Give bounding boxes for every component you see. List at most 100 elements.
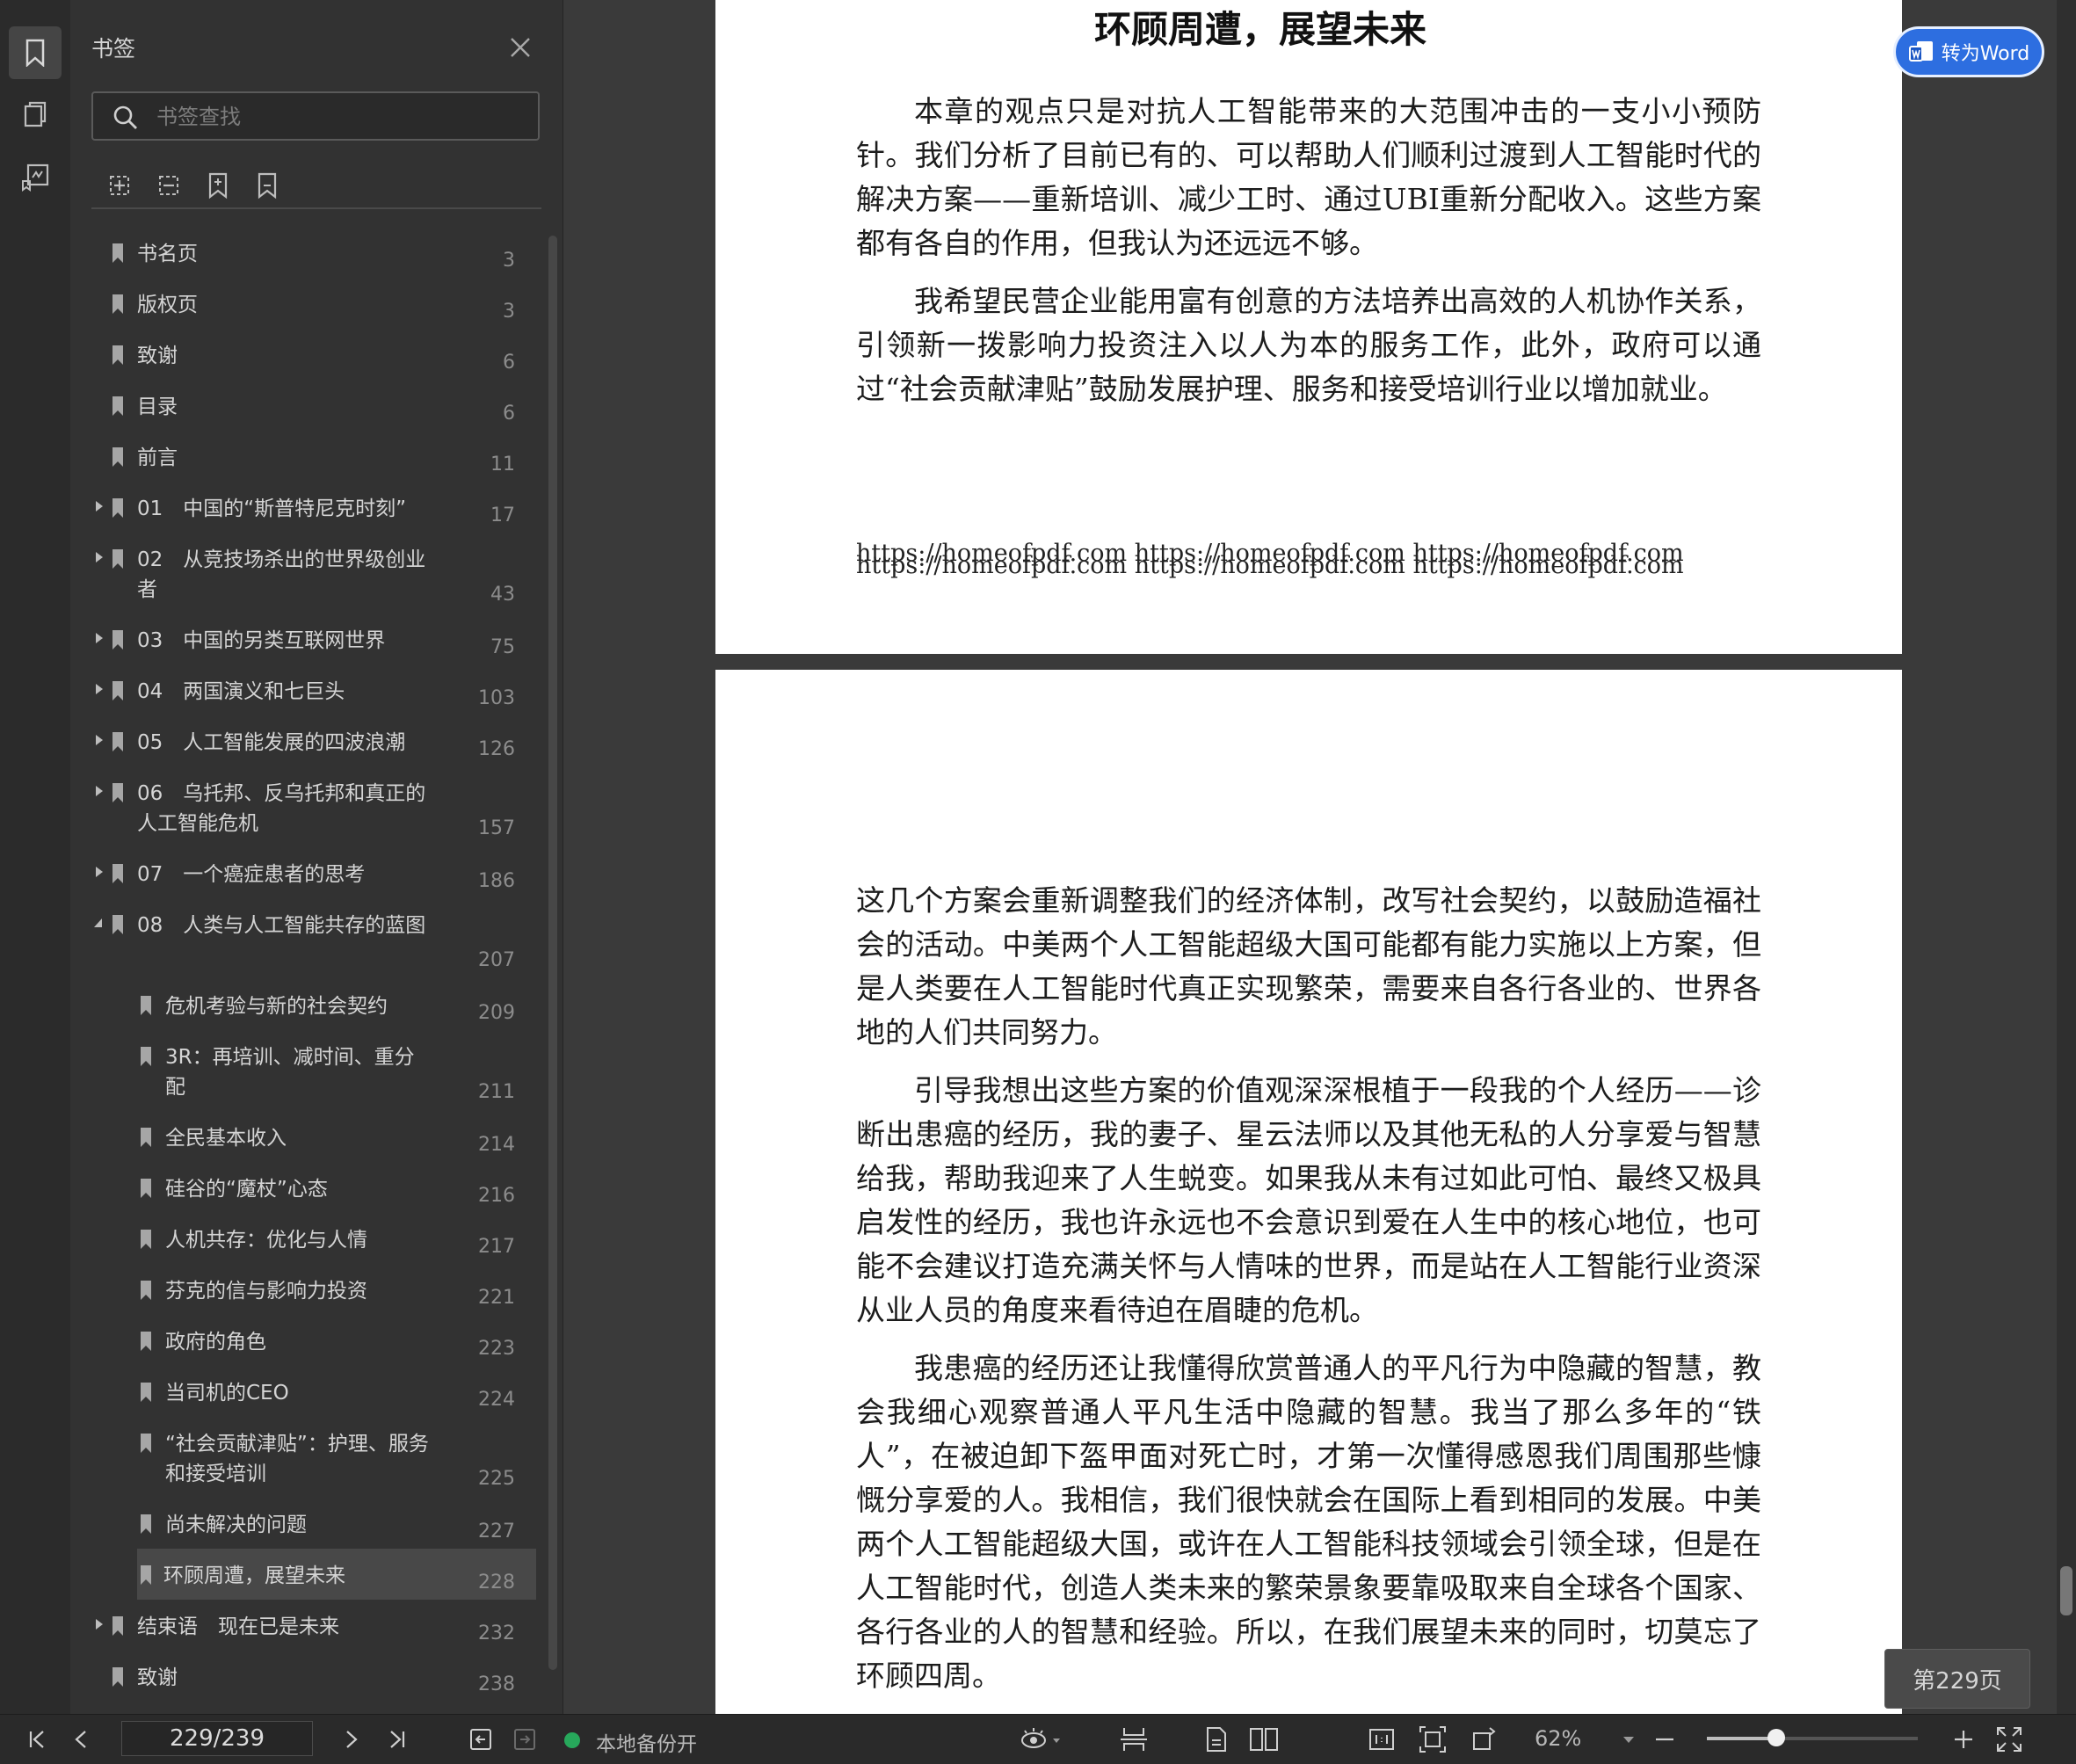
bookmark-icon [113, 294, 123, 314]
bookmark-page-number: 224 [478, 1389, 515, 1411]
bookmark-icon [113, 243, 123, 263]
bookmark-icon [113, 864, 123, 883]
viewer-scrollbar-thumb[interactable] [2060, 1566, 2072, 1615]
caret-right-icon[interactable] [93, 682, 105, 696]
bookmark-label: 03 中国的另类互联网世界 [137, 629, 386, 652]
bookmark-item[interactable]: 尚未解决的问题 227 [70, 1498, 536, 1549]
bookmark-item[interactable]: 政府的角色 223 [70, 1315, 536, 1366]
bookmark-page-number: 43 [490, 584, 515, 606]
bookmark-item[interactable]: 03 中国的另类互联网世界 75 [70, 613, 536, 664]
forward-button[interactable] [510, 1724, 540, 1755]
bookmark-item[interactable]: 08 人类与人工智能共存的蓝图 207 [70, 898, 536, 979]
word-convert-icon [1908, 41, 1933, 62]
zoom-in-icon [1955, 1731, 1972, 1748]
zoom-out-icon [1656, 1738, 1673, 1741]
viewer-scrollbar[interactable] [2057, 0, 2076, 1714]
close-panel-button[interactable] [506, 33, 534, 62]
bookmark-label: 04 两国演义和七巨头 [137, 680, 345, 703]
bookmark-item[interactable]: 致谢 6 [70, 329, 536, 380]
document-viewer[interactable]: 环顾周遭，展望未来 本章的观点只是对抗人工智能带来的大范围冲击的一支小小预防针。… [564, 0, 2076, 1714]
bookmark-page-number: 228 [478, 1572, 515, 1593]
convert-to-word-button[interactable]: 转为Word [1893, 26, 2044, 77]
backup-status-indicator [564, 1732, 580, 1748]
caret-right-icon[interactable] [93, 733, 105, 747]
back-button[interactable] [466, 1724, 496, 1755]
caret-down-icon[interactable] [93, 916, 105, 930]
page-229-body: 这几个方案会重新调整我们的经济体制，改写社会契约，以鼓励造福社会的活动。中美两个… [856, 879, 1761, 1712]
caret-right-icon[interactable] [93, 499, 105, 513]
bookmark-item[interactable]: 环顾周遭，展望未来 228 [137, 1549, 536, 1600]
bookmark-icon [141, 1047, 151, 1066]
double-page-button[interactable] [1245, 1724, 1283, 1755]
bookmark-search-box[interactable] [91, 91, 540, 141]
last-page-icon [390, 1731, 405, 1748]
caret-right-icon[interactable] [93, 550, 105, 564]
bookmark-item[interactable]: 人机共存：优化与人情 217 [70, 1213, 536, 1264]
bookmark-item[interactable]: 06 乌托邦、反乌托邦和真正的人工智能危机 157 [70, 766, 536, 847]
bookmark-item[interactable]: “社会贡献津贴”：护理、服务和接受培训 225 [70, 1417, 536, 1498]
backup-status-label[interactable]: 本地备份开 [596, 1727, 697, 1757]
bookmark-icon [113, 681, 123, 701]
bookmark-item[interactable]: 04 两国演义和七巨头 103 [70, 664, 536, 715]
bookmark-item[interactable]: 05 人工智能发展的四波浪潮 126 [70, 715, 536, 766]
annotation-tab-button[interactable] [9, 151, 62, 204]
first-page-button[interactable] [23, 1724, 51, 1755]
bookmark-item[interactable]: 危机考验与新的社会契约 209 [70, 979, 536, 1030]
bookmark-label: 致谢 [137, 1666, 178, 1689]
bookmark-item[interactable]: 02 从竞技场杀出的世界级创业者 43 [70, 533, 536, 613]
bookmark-item[interactable]: 芬克的信与影响力投资 221 [70, 1264, 536, 1315]
scroll-mode-button[interactable] [1114, 1724, 1153, 1755]
bookmark-item[interactable]: 版权页 3 [70, 278, 536, 329]
bookmark-item[interactable]: 3R：再培训、减时间、重分配 211 [70, 1030, 536, 1111]
bookmark-item[interactable]: 全民基本收入 214 [70, 1111, 536, 1162]
bookmark-search-input[interactable] [155, 98, 519, 135]
bookmark-item[interactable]: 目录 6 [70, 380, 536, 431]
thumbnail-tab-button[interactable] [9, 88, 62, 141]
bookmark-item[interactable]: 07 一个癌症患者的思考 186 [70, 847, 536, 898]
eye-protect-button[interactable] [1016, 1724, 1065, 1755]
bookmark-page-number: 225 [478, 1468, 515, 1490]
panel-scrollbar[interactable] [548, 236, 557, 1670]
expand-all-button[interactable] [102, 168, 137, 203]
fullscreen-button[interactable] [1992, 1724, 2027, 1755]
bookmark-item[interactable]: 硅谷的“魔杖”心态 216 [70, 1162, 536, 1213]
page-number-input[interactable]: 229/239 [121, 1721, 313, 1756]
zoom-level[interactable]: 62% [1535, 1726, 1581, 1751]
bookmark-page-number: 216 [478, 1185, 515, 1207]
zoom-dropdown-button[interactable] [1615, 1724, 1642, 1755]
actual-size-icon [1369, 1729, 1394, 1750]
single-page-button[interactable] [1197, 1724, 1236, 1755]
bookmark-page-number: 75 [490, 636, 515, 658]
add-bookmark-button[interactable] [200, 168, 236, 203]
zoom-slider[interactable] [1707, 1729, 1918, 1746]
side-rail [0, 0, 70, 1714]
bookmark-outline-button[interactable] [250, 168, 285, 203]
caret-right-icon[interactable] [93, 631, 105, 645]
caret-right-icon[interactable] [93, 784, 105, 798]
zoom-slider-knob[interactable] [1768, 1729, 1786, 1746]
collapse-all-button[interactable] [151, 168, 186, 203]
bookmark-item[interactable]: 结束语 现在已是未来 232 [70, 1600, 536, 1651]
bookmark-page-number: 186 [478, 870, 515, 892]
bookmark-item[interactable]: 01 中国的“斯普特尼克时刻” 17 [70, 482, 536, 533]
prev-page-button[interactable] [69, 1724, 93, 1755]
close-icon [511, 38, 530, 57]
caret-right-icon[interactable] [93, 1617, 105, 1631]
zoom-out-button[interactable] [1649, 1724, 1680, 1755]
bookmark-tab-button[interactable] [9, 26, 62, 79]
annotation-icon [22, 163, 49, 192]
bookmark-item[interactable]: 前言 11 [70, 431, 536, 482]
fit-page-button[interactable] [1413, 1724, 1452, 1755]
paragraph: 我患癌的经历还让我懂得欣赏普通人的平凡行为中隐藏的智慧，教会我细心观察普通人平凡… [856, 1351, 1761, 1693]
bookmark-item[interactable]: 致谢 238 [70, 1651, 536, 1702]
actual-size-button[interactable] [1364, 1724, 1399, 1755]
last-page-button[interactable] [383, 1724, 411, 1755]
zoom-in-button[interactable] [1948, 1724, 1979, 1755]
rotate-button[interactable] [1466, 1724, 1501, 1755]
bookmark-icon [113, 915, 123, 934]
next-page-button[interactable] [339, 1724, 364, 1755]
bookmark-item[interactable]: 当司机的CEO 224 [70, 1366, 536, 1417]
single-page-icon [1207, 1727, 1226, 1752]
bookmark-item[interactable]: 书名页 3 [70, 227, 536, 278]
caret-right-icon[interactable] [93, 865, 105, 879]
